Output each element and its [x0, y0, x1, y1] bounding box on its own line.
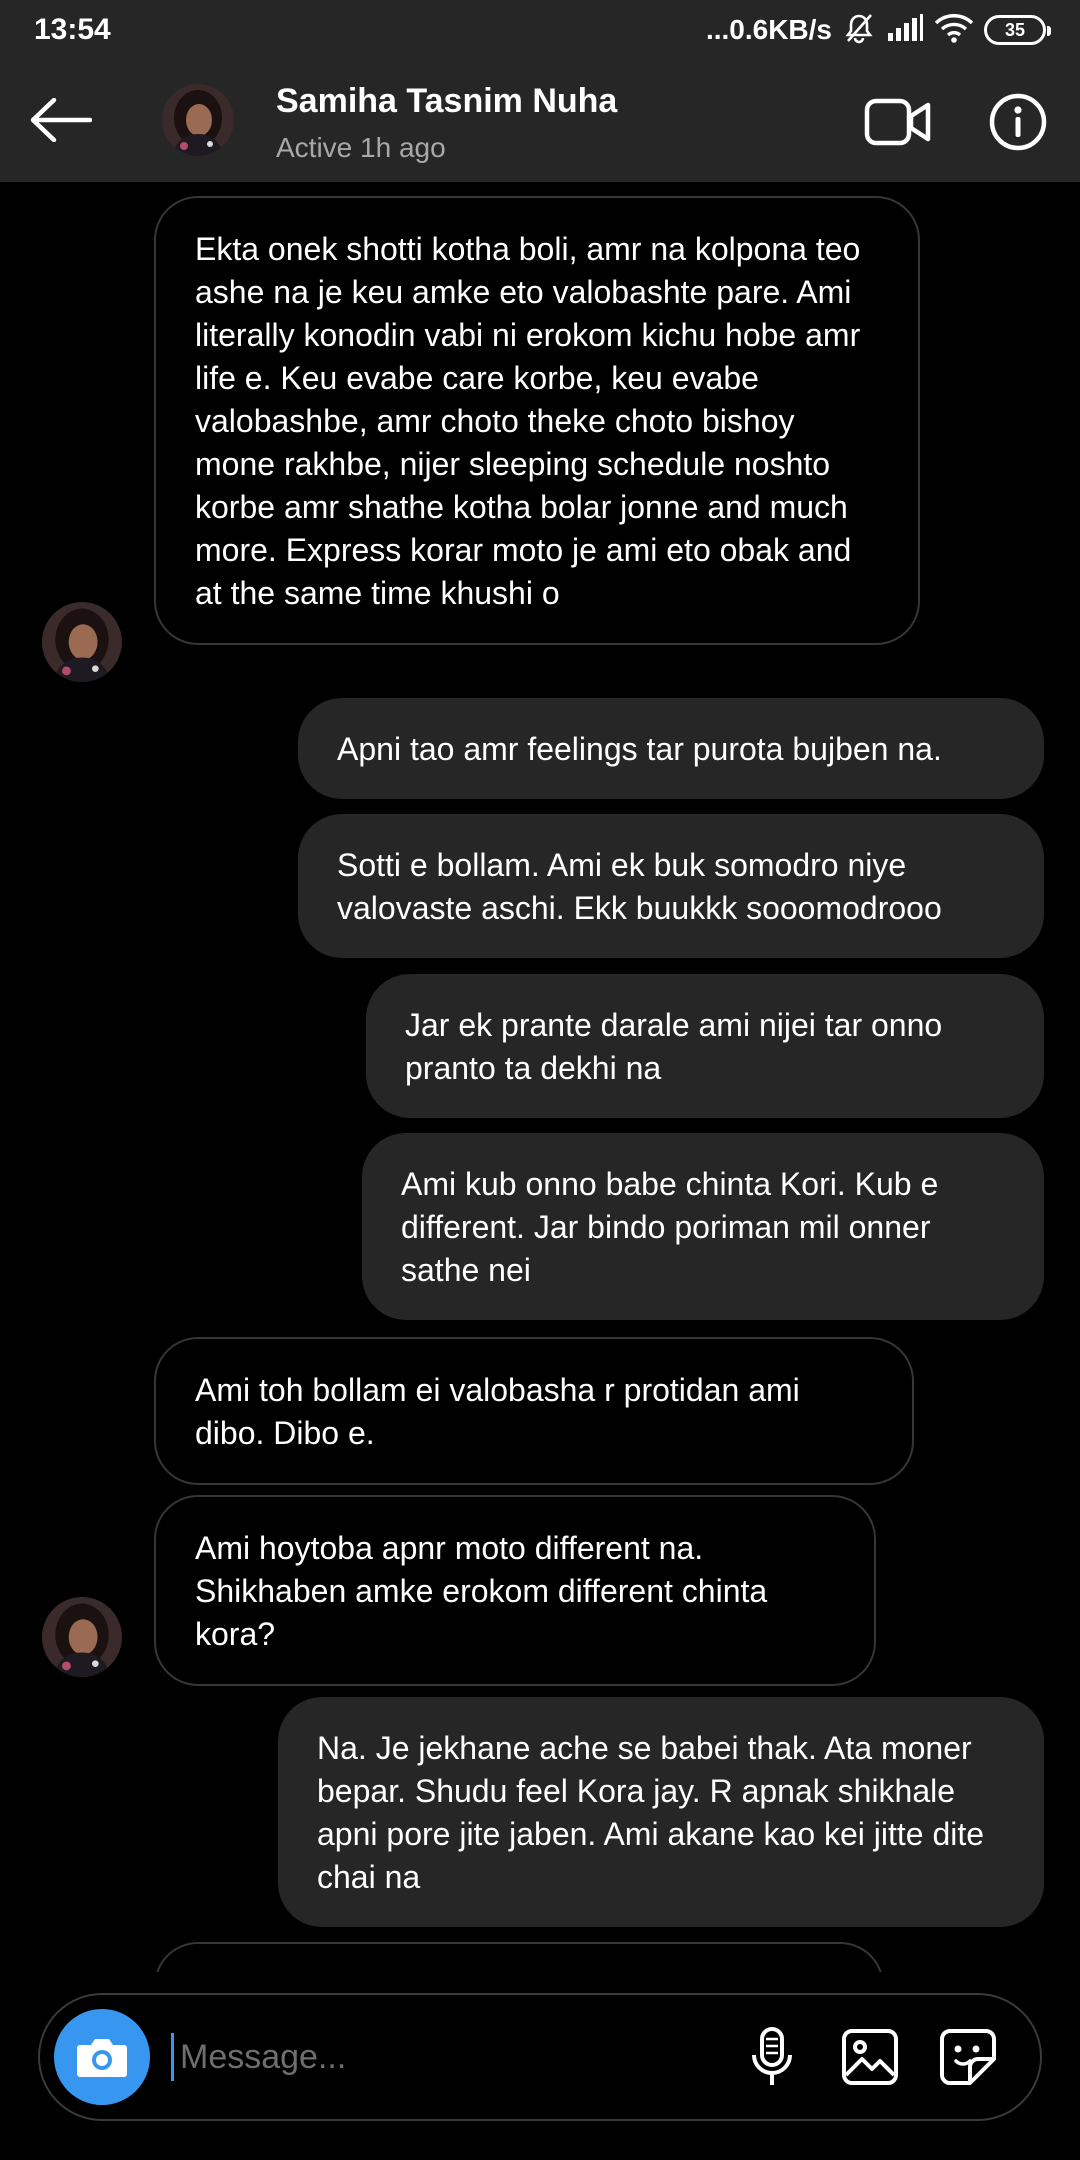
video-call-icon — [864, 98, 931, 146]
info-button[interactable] — [988, 92, 1048, 152]
avatar[interactable] — [42, 602, 122, 682]
video-call-button[interactable] — [864, 96, 932, 148]
message-incoming-partial[interactable] — [154, 1942, 884, 1972]
message-incoming[interactable]: Ami toh bollam ei valobasha r protidan a… — [154, 1337, 914, 1485]
active-status: Active 1h ago — [276, 132, 446, 163]
back-arrow-icon — [30, 98, 92, 142]
status-time: 13:54 — [34, 13, 111, 46]
wifi-icon — [934, 13, 974, 48]
chat-header: Samiha Tasnim Nuha Active 1h ago — [0, 60, 1080, 182]
message-outgoing[interactable]: Na. Je jekhane ache se babei thak. Ata m… — [278, 1697, 1044, 1927]
battery-icon: 35 — [984, 15, 1051, 45]
message-outgoing[interactable]: Sotti e bollam. Ami ek buk somodro niye … — [298, 814, 1044, 958]
avatar[interactable] — [162, 84, 234, 156]
gallery-button[interactable] — [838, 2025, 902, 2089]
status-bar: 13:54 ...0.6KB/s 35 — [0, 0, 1080, 60]
gallery-icon — [842, 2029, 898, 2085]
camera-button[interactable] — [54, 2009, 150, 2105]
message-incoming[interactable]: Ekta onek shotti kotha boli, amr na kolp… — [154, 196, 920, 645]
message-outgoing[interactable]: Apni tao amr feelings tar purota bujben … — [298, 698, 1044, 799]
message-outgoing[interactable]: Ami kub onno babe chinta Kori. Kub e dif… — [362, 1133, 1044, 1320]
message-thread[interactable]: Ekta onek shotti kotha boli, amr na kolp… — [0, 182, 1080, 1972]
network-speed: ...0.6KB/s — [705, 14, 832, 45]
voice-message-button[interactable] — [740, 2025, 804, 2089]
signal-icon — [886, 13, 924, 48]
contact-name[interactable]: Samiha Tasnim Nuha — [276, 82, 617, 121]
message-incoming[interactable]: Ami hoytoba apnr moto different na. Shik… — [154, 1495, 876, 1686]
message-composer — [38, 1993, 1042, 2121]
camera-icon — [77, 2039, 127, 2077]
info-icon — [989, 93, 1047, 151]
back-button[interactable] — [28, 90, 94, 150]
microphone-icon — [752, 2027, 792, 2085]
mute-icon — [842, 11, 876, 50]
message-outgoing[interactable]: Jar ek prante darale ami nijei tar onno … — [366, 974, 1044, 1118]
message-input[interactable] — [178, 2025, 558, 2089]
status-indicators: ...0.6KB/s 35 — [705, 11, 1051, 50]
sticker-icon — [940, 2029, 996, 2085]
avatar[interactable] — [42, 1597, 122, 1677]
sticker-button[interactable] — [936, 2025, 1000, 2089]
text-cursor — [171, 2033, 174, 2081]
